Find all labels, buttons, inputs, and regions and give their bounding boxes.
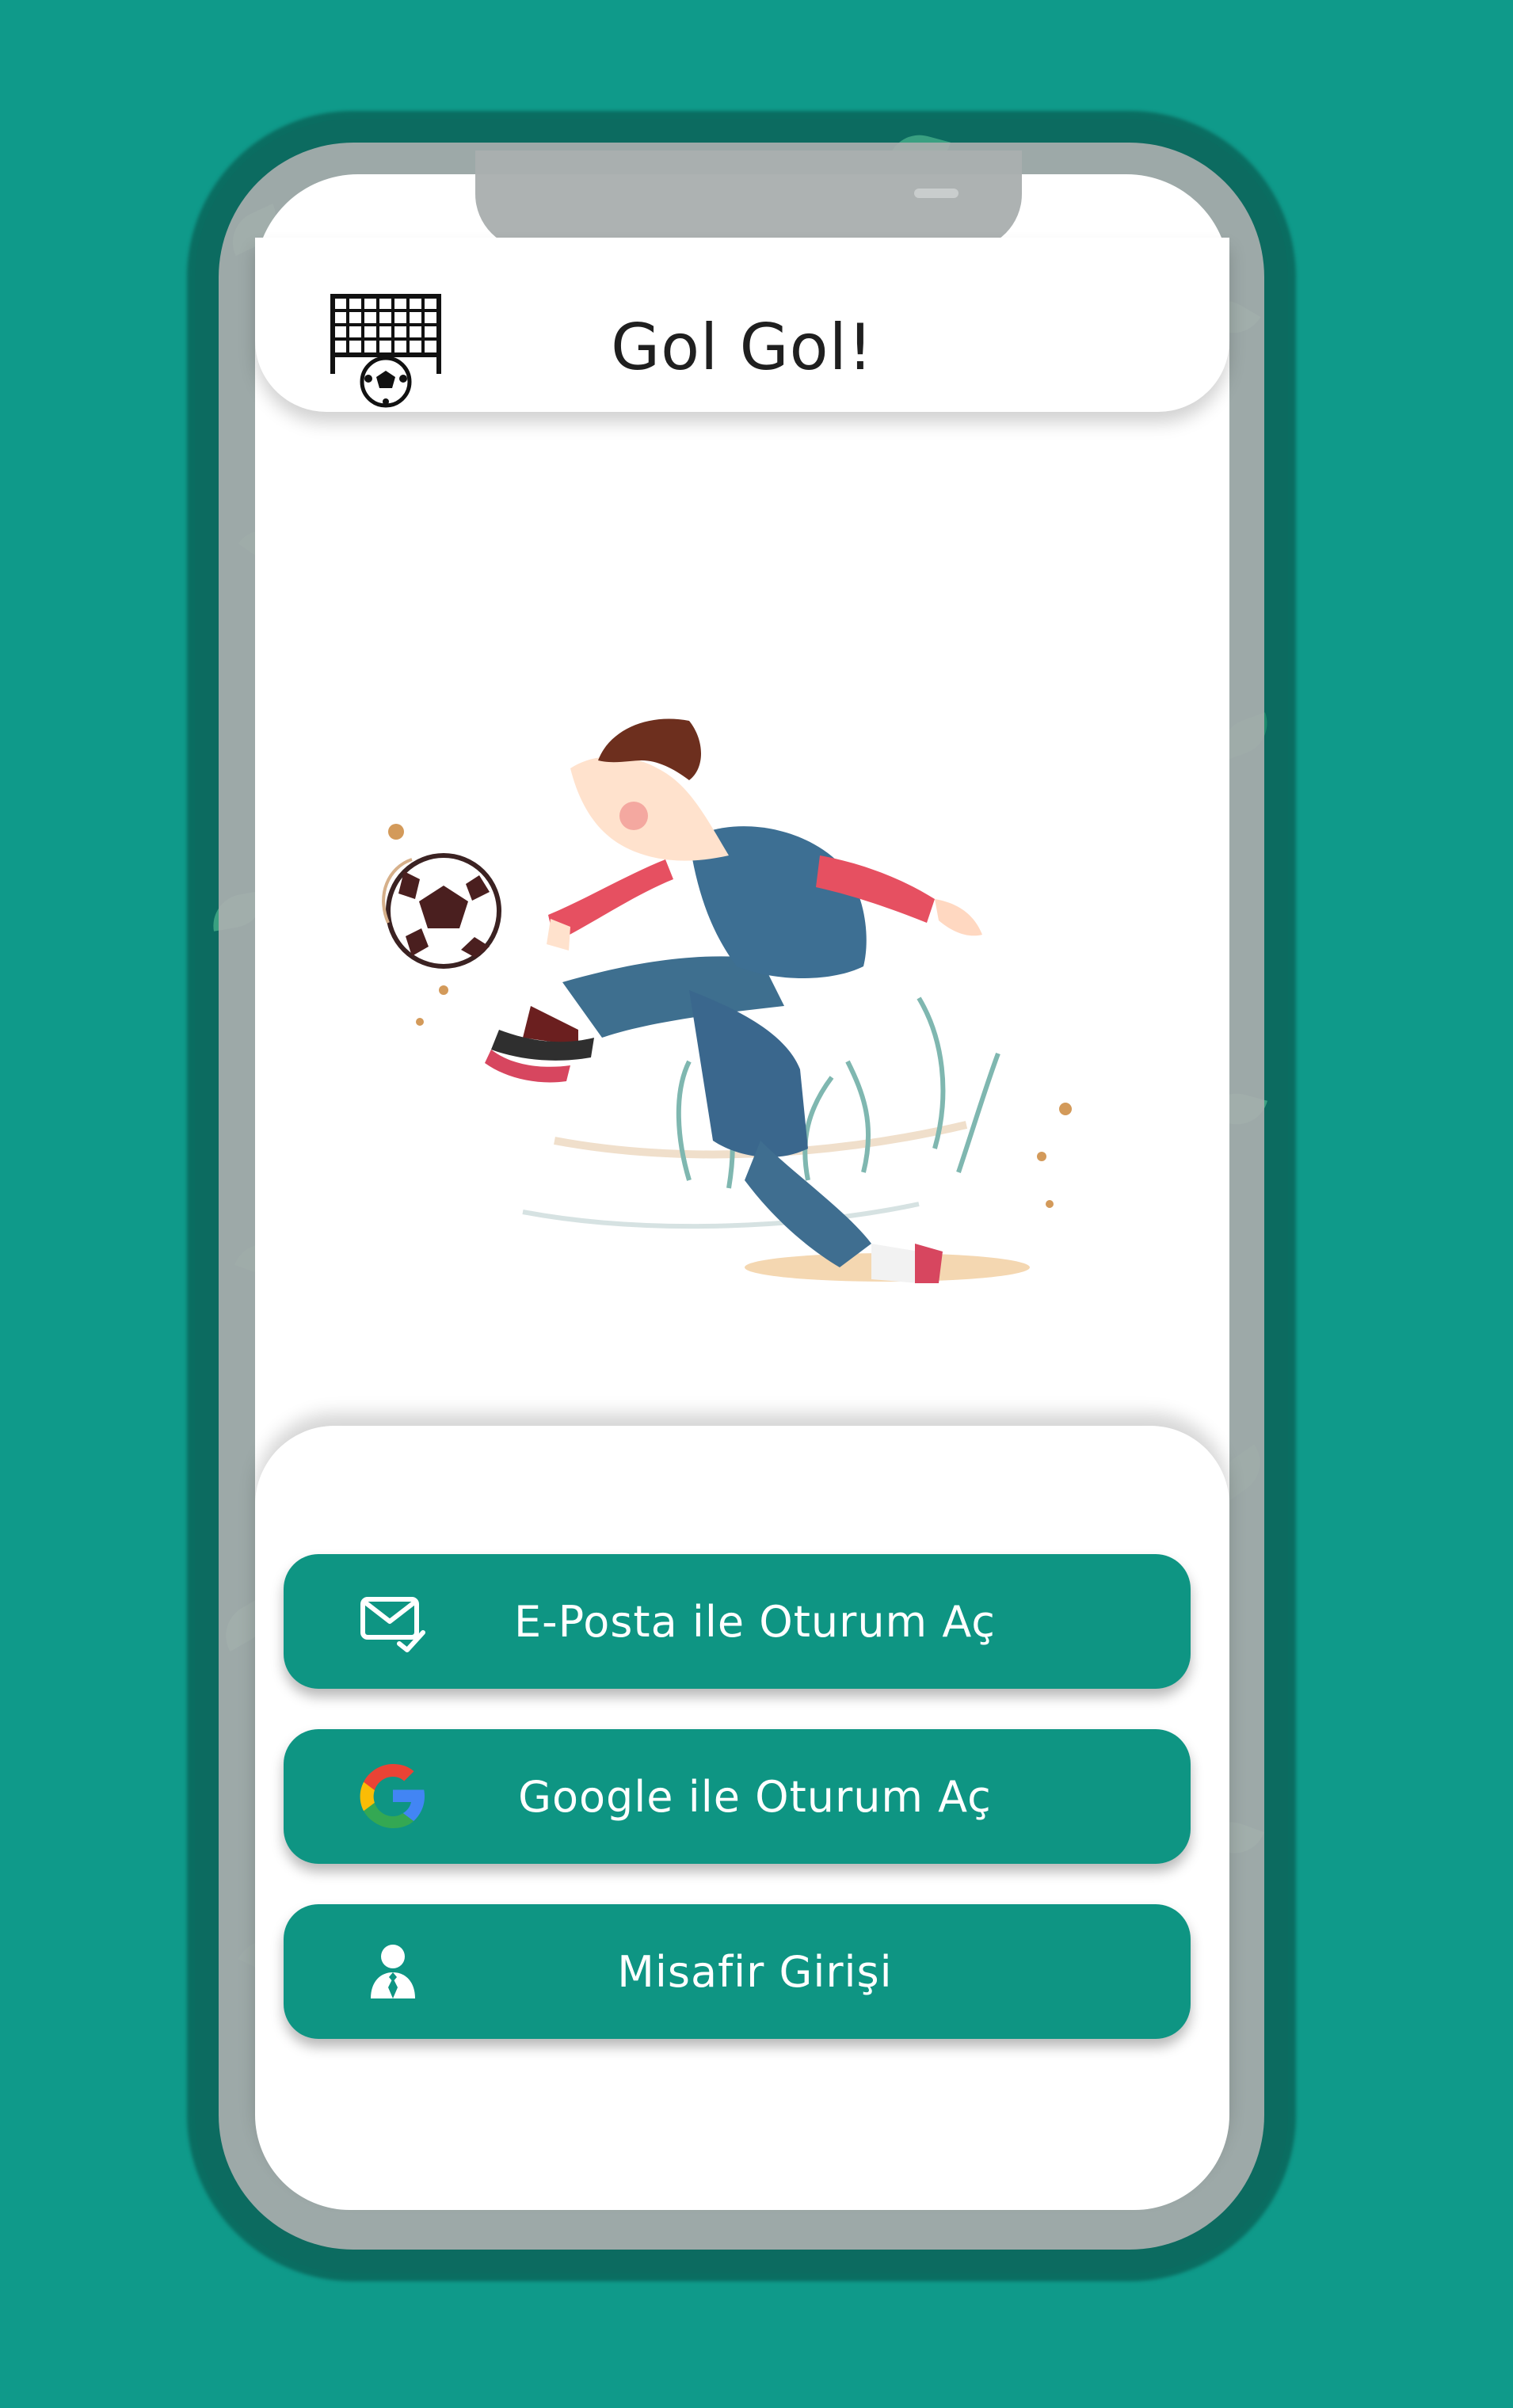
app-title: Gol Gol!	[611, 311, 874, 384]
screenshot-canvas: Gol Gol! E-Posta ile Oturum Aç Google il…	[0, 0, 1513, 2408]
google-login-label: Google ile Oturum Aç	[518, 1771, 992, 1822]
email-login-label: E-Posta ile Oturum Aç	[513, 1596, 996, 1647]
app-header: Gol Gol!	[255, 238, 1229, 412]
camera-sensor	[914, 189, 958, 198]
football-player-illustration	[382, 718, 1072, 1283]
soccer-ball	[382, 853, 501, 969]
phone-notch	[475, 150, 1022, 250]
guest-login-button[interactable]: Misafir Girişi	[284, 1904, 1191, 2039]
email-login-button[interactable]: E-Posta ile Oturum Aç	[284, 1554, 1191, 1689]
guest-login-label: Misafir Girişi	[617, 1946, 893, 1997]
google-login-button[interactable]: Google ile Oturum Aç	[284, 1729, 1191, 1864]
player	[485, 718, 982, 1283]
